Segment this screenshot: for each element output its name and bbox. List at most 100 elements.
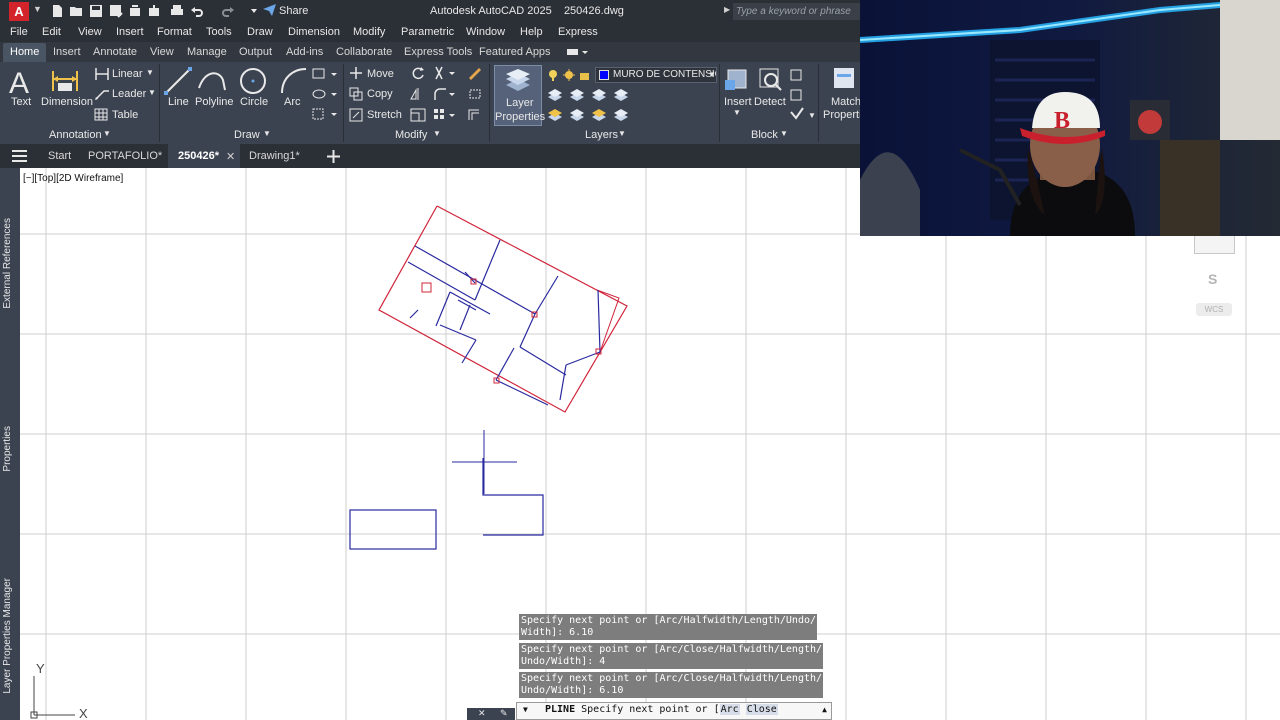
keyword-arc[interactable]: Arc: [719, 704, 740, 715]
dimension-tool-label[interactable]: Dimension: [41, 96, 93, 108]
command-scroll-up-icon[interactable]: ▲: [822, 703, 827, 717]
tab-collaborate[interactable]: Collaborate: [336, 46, 392, 58]
draw-panel-chevron-icon[interactable]: ▼: [263, 129, 271, 138]
autocad-logo-button[interactable]: A: [9, 2, 29, 21]
hamburger-menu-icon[interactable]: [12, 150, 27, 162]
rectangle-icon[interactable]: [312, 67, 340, 81]
linear-label[interactable]: Linear: [112, 68, 143, 80]
menu-express[interactable]: Express: [558, 26, 598, 38]
tab-output[interactable]: Output: [239, 46, 272, 58]
insert-label[interactable]: Insert: [724, 96, 752, 108]
move-icon[interactable]: [349, 66, 363, 80]
insert-chevron-icon[interactable]: ▼: [733, 108, 741, 117]
undo-icon[interactable]: [190, 4, 204, 18]
drawn-polyline-in-progress[interactable]: [482, 458, 544, 536]
layers-panel-chevron-icon[interactable]: ▼: [618, 129, 626, 138]
menu-help[interactable]: Help: [520, 26, 543, 38]
block-panel-title[interactable]: Block: [751, 129, 778, 141]
polyline-icon[interactable]: [197, 68, 227, 94]
block-panel-chevron-icon[interactable]: ▼: [780, 129, 788, 138]
file-tab-drawing1[interactable]: Drawing1*: [249, 150, 300, 162]
save-as-icon[interactable]: [109, 4, 123, 18]
rotate-icon[interactable]: [410, 66, 426, 80]
tab-home[interactable]: Home: [3, 43, 47, 62]
new-file-icon[interactable]: [50, 4, 64, 18]
properties-palette[interactable]: Properties: [2, 426, 13, 472]
command-input[interactable]: ▼ PLINE Specify next point or [Arc Close…: [516, 702, 832, 720]
modify-panel-title[interactable]: Modify: [395, 129, 427, 141]
arc-icon[interactable]: [279, 66, 309, 96]
annotation-panel-title[interactable]: Annotation: [49, 129, 102, 141]
detect-icon[interactable]: [757, 66, 783, 94]
text-tool-label[interactable]: Text: [11, 96, 31, 108]
tab-add-ins[interactable]: Add-ins: [286, 46, 323, 58]
circle-tool-label[interactable]: Circle: [240, 96, 268, 108]
layers-panel-title[interactable]: Layers: [585, 129, 618, 141]
customize-toolbar-chevron-icon[interactable]: [247, 4, 261, 18]
layer-properties-manager-palette[interactable]: Layer Properties Manager: [2, 578, 13, 694]
table-icon[interactable]: [94, 108, 108, 121]
tab-insert[interactable]: Insert: [53, 46, 81, 58]
floor-plan-drawing[interactable]: [378, 205, 628, 413]
menu-modify[interactable]: Modify: [353, 26, 385, 38]
application-menu-chevron-icon[interactable]: ▼: [33, 4, 42, 14]
menu-view[interactable]: View: [78, 26, 102, 38]
tab-featured-apps[interactable]: Featured Apps: [479, 46, 551, 58]
fillet-icon[interactable]: [433, 87, 459, 101]
block-tools-chevron-icon[interactable]: ▼: [808, 111, 816, 120]
interior-walls[interactable]: [407, 239, 601, 406]
tab-start[interactable]: Start: [48, 150, 71, 162]
close-tab-icon[interactable]: ✕: [226, 150, 235, 163]
redo-icon[interactable]: [221, 4, 235, 18]
insert-block-icon[interactable]: [724, 66, 750, 94]
search-input[interactable]: Type a keyword or phrase: [733, 3, 860, 20]
menu-format[interactable]: Format: [157, 26, 192, 38]
menu-edit[interactable]: Edit: [42, 26, 61, 38]
gradient-icon[interactable]: [312, 107, 340, 121]
block-tools-icons[interactable]: [789, 68, 805, 122]
hatch-icon[interactable]: [312, 87, 340, 101]
line-icon[interactable]: [163, 66, 193, 96]
tab-annotate[interactable]: Annotate: [93, 46, 137, 58]
layer-properties-button[interactable]: Layer Properties: [494, 65, 545, 126]
mirror-icon[interactable]: [410, 87, 426, 101]
trim-icon[interactable]: [433, 66, 459, 80]
erase-icon[interactable]: [467, 66, 483, 80]
drawn-rectangle[interactable]: [349, 509, 437, 550]
tab-express-tools[interactable]: Express Tools: [404, 46, 472, 58]
floor-plan-outline[interactable]: [378, 205, 628, 413]
move-label[interactable]: Move: [367, 68, 394, 80]
command-close-icon[interactable]: ✕: [478, 708, 486, 719]
menu-file[interactable]: File: [10, 26, 28, 38]
menu-tools[interactable]: Tools: [206, 26, 232, 38]
table-label[interactable]: Table: [112, 109, 138, 121]
command-line-handle[interactable]: ✕ ✎: [467, 708, 515, 720]
polyline-tool-label[interactable]: Polyline: [195, 96, 234, 108]
scale-icon[interactable]: [410, 108, 426, 122]
recent-commands-chevron-icon[interactable]: ▼: [523, 703, 528, 717]
dimension-icon[interactable]: [50, 67, 80, 95]
line-tool-label[interactable]: Line: [168, 96, 189, 108]
stretch-icon[interactable]: [349, 108, 363, 122]
keyword-close[interactable]: Close: [745, 704, 778, 715]
draw-panel-title[interactable]: Draw: [234, 129, 260, 141]
open-web-icon[interactable]: [128, 4, 142, 18]
annotation-panel-chevron-icon[interactable]: ▼: [103, 129, 111, 138]
match-properties-icon[interactable]: [832, 66, 858, 94]
save-icon[interactable]: [89, 4, 103, 18]
current-layer-dropdown[interactable]: MURO DE CONTENSIÓN: [595, 67, 717, 83]
menu-insert[interactable]: Insert: [116, 26, 144, 38]
array-icon[interactable]: [433, 108, 459, 122]
save-web-icon[interactable]: [147, 4, 161, 18]
share-button[interactable]: Share: [263, 4, 308, 17]
detect-label[interactable]: Detect: [754, 96, 786, 108]
leader-chevron-icon[interactable]: ▼: [148, 88, 156, 97]
arc-tool-label[interactable]: Arc: [284, 96, 301, 108]
circle-icon[interactable]: [238, 66, 268, 96]
open-file-icon[interactable]: [69, 4, 83, 18]
copy-label[interactable]: Copy: [367, 88, 393, 100]
explode-icon[interactable]: [467, 87, 483, 101]
layer-tools-row-1-icons[interactable]: [546, 87, 642, 103]
viewport-controls[interactable]: [−][Top][2D Wireframe]: [23, 173, 123, 184]
copy-icon[interactable]: [349, 87, 363, 101]
